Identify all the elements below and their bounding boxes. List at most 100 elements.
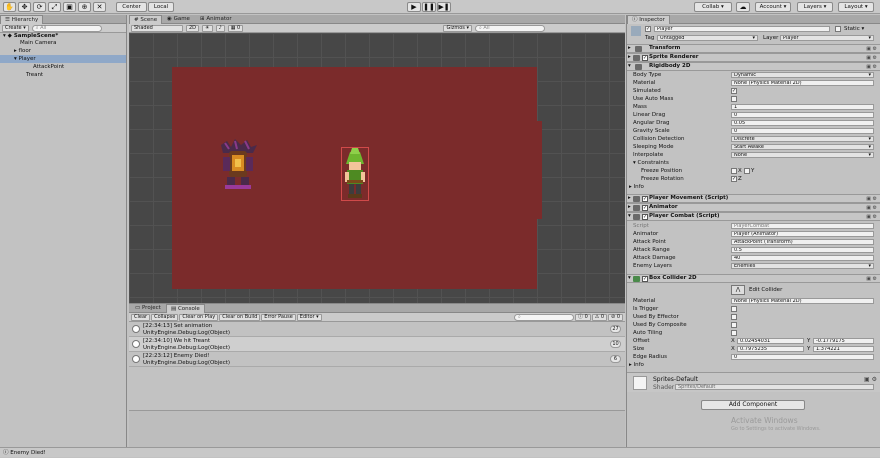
- add-component-button[interactable]: Add Component: [701, 400, 805, 410]
- static-dropdown[interactable]: Static ▾: [844, 25, 864, 33]
- cloud-icon[interactable]: ☁: [736, 2, 750, 12]
- error-pause-button[interactable]: Error Pause: [261, 313, 296, 321]
- hierarchy-search-input[interactable]: ⌕ All: [31, 24, 102, 32]
- effects-toggle[interactable]: ▦ 0: [227, 24, 244, 32]
- scene-search-input[interactable]: ⌕ All: [475, 24, 545, 32]
- rect-tool-icon[interactable]: ▣: [63, 2, 76, 12]
- material-settings-icon[interactable]: ▣ ⚙: [864, 376, 877, 383]
- animator-reference-field[interactable]: Player (Animator): [731, 231, 874, 237]
- enemy-layers-dropdown[interactable]: Enemies: [731, 263, 874, 269]
- scale-tool-icon[interactable]: ⤢: [48, 2, 61, 12]
- component-settings-icon[interactable]: ▣ ⚙: [866, 214, 877, 221]
- clear-button[interactable]: Clear: [131, 313, 151, 321]
- shader-dropdown[interactable]: Sprites/Default: [675, 384, 874, 390]
- size-y-input[interactable]: 1.374221: [813, 346, 874, 352]
- treant-sprite[interactable]: [217, 137, 259, 193]
- tab-animator[interactable]: ⊞ Animator: [196, 15, 236, 24]
- component-settings-icon[interactable]: ▣ ⚙: [866, 46, 877, 53]
- error-filter-toggle[interactable]: ⊘ 0: [608, 313, 623, 321]
- used-by-effector-checkbox[interactable]: [731, 314, 737, 320]
- sprite-renderer-enabled-checkbox[interactable]: ✓: [642, 55, 648, 61]
- rigidbody-info-row[interactable]: ▸ Info: [627, 183, 880, 191]
- tab-hierarchy[interactable]: ☰ Hierarchy: [0, 15, 44, 24]
- linear-drag-input[interactable]: 0: [731, 112, 874, 118]
- component-header-transform[interactable]: ▸ Transform ▣ ⚙: [627, 44, 880, 53]
- offset-y-input[interactable]: -0.1779175: [813, 338, 874, 344]
- gravity-scale-input[interactable]: 0: [731, 128, 874, 134]
- tab-game[interactable]: ◉ Game: [163, 15, 194, 24]
- console-search-input[interactable]: ⌕: [513, 313, 574, 321]
- box-collider-enabled-checkbox[interactable]: ✓: [642, 276, 648, 282]
- clear-on-build-button[interactable]: Clear on Build: [219, 313, 261, 321]
- hierarchy-item-treant[interactable]: Treant: [26, 71, 126, 79]
- layers-button[interactable]: Layers ▾: [797, 2, 833, 12]
- material-field[interactable]: None (Physics Material 2D): [731, 80, 874, 86]
- player-sprite[interactable]: [341, 147, 369, 201]
- attack-damage-input[interactable]: 40: [731, 255, 874, 261]
- freeze-position-y-checkbox[interactable]: [744, 168, 750, 174]
- info-filter-toggle[interactable]: ⓘ 0: [574, 313, 591, 321]
- tab-inspector[interactable]: ⓘ Inspector: [627, 15, 670, 24]
- collision-detection-dropdown[interactable]: Discrete: [731, 136, 874, 142]
- size-x-input[interactable]: 0.7975235: [737, 346, 804, 352]
- player-movement-enabled-checkbox[interactable]: ✓: [642, 196, 648, 202]
- freeze-rotation-z-checkbox[interactable]: ✓: [731, 176, 737, 182]
- offset-x-input[interactable]: 0.02454031: [737, 338, 804, 344]
- object-name-input[interactable]: Player: [654, 26, 830, 32]
- clear-on-play-button[interactable]: Clear on Play: [179, 313, 219, 321]
- collapse-button[interactable]: Collapse: [151, 313, 179, 321]
- pause-button[interactable]: ❚❚: [422, 2, 436, 12]
- attack-range-input[interactable]: 0.5: [731, 247, 874, 253]
- transform-tool-icon[interactable]: ⊕: [78, 2, 91, 12]
- sleeping-mode-dropdown[interactable]: Start Awake: [731, 144, 874, 150]
- tag-dropdown[interactable]: Untagged: [657, 35, 758, 41]
- pivot-local-button[interactable]: Local: [148, 2, 174, 12]
- constraints-row[interactable]: ▾ Constraints: [627, 159, 880, 167]
- use-auto-mass-checkbox[interactable]: [731, 96, 737, 102]
- auto-tiling-checkbox[interactable]: [731, 330, 737, 336]
- component-settings-icon[interactable]: ▣ ⚙: [866, 276, 877, 283]
- edge-radius-input[interactable]: 0: [731, 354, 874, 360]
- used-by-composite-checkbox[interactable]: [731, 322, 737, 328]
- is-trigger-checkbox[interactable]: [731, 306, 737, 312]
- collider-material-field[interactable]: None (Physics Material 2D): [731, 298, 874, 304]
- hierarchy-item-floor[interactable]: ▸ floor: [14, 47, 126, 55]
- gizmos-dropdown[interactable]: Gizmos ▾: [443, 24, 472, 32]
- pivot-center-button[interactable]: Center: [116, 2, 147, 12]
- console-log-row[interactable]: [22:34:10] We hit Treant UnityEngine.Deb…: [129, 337, 625, 352]
- play-button[interactable]: ▶: [407, 2, 421, 12]
- console-log-row[interactable]: [22:23:12] Enemy Died! UnityEngine.Debug…: [129, 352, 625, 367]
- hand-tool-icon[interactable]: ✋: [3, 2, 16, 12]
- component-settings-icon[interactable]: ▣ ⚙: [866, 55, 877, 62]
- edit-collider-button[interactable]: ⋀: [731, 285, 745, 295]
- layer-dropdown[interactable]: Player: [780, 35, 874, 41]
- attack-point-field[interactable]: AttackPoint (Transform): [731, 239, 874, 245]
- rotate-tool-icon[interactable]: ⟳: [33, 2, 46, 12]
- editor-dropdown[interactable]: Editor ▾: [296, 313, 322, 321]
- status-message[interactable]: Enemy Died!: [10, 450, 46, 456]
- shading-mode-dropdown[interactable]: Shaded: [131, 24, 183, 32]
- angular-drag-input[interactable]: 0.05: [731, 120, 874, 126]
- collab-button[interactable]: Collab ▾: [694, 2, 732, 12]
- hierarchy-item-player[interactable]: ▾ Player: [0, 55, 126, 63]
- player-combat-enabled-checkbox[interactable]: ✓: [642, 214, 648, 220]
- move-tool-icon[interactable]: ✥: [18, 2, 31, 12]
- audio-toggle-icon[interactable]: ♪: [215, 24, 225, 32]
- console-log-row[interactable]: [22:34:13] Set animation UnityEngine.Deb…: [129, 322, 625, 337]
- layout-button[interactable]: Layout ▾: [838, 2, 874, 12]
- collider-info-row[interactable]: ▸ Info: [627, 361, 880, 369]
- hierarchy-item-main-camera[interactable]: Main Camera: [20, 39, 126, 47]
- static-checkbox[interactable]: [835, 26, 841, 32]
- simulated-checkbox[interactable]: ✓: [731, 88, 737, 94]
- tab-console[interactable]: ▤ Console: [166, 304, 205, 313]
- 2d-toggle[interactable]: 2D: [186, 24, 200, 32]
- body-type-dropdown[interactable]: Dynamic: [731, 72, 874, 78]
- tab-project[interactable]: ▭ Project: [131, 304, 165, 313]
- hierarchy-item-attackpoint[interactable]: AttackPoint: [33, 63, 126, 71]
- tab-scene[interactable]: # Scene: [129, 15, 163, 24]
- interpolate-dropdown[interactable]: None: [731, 152, 874, 158]
- component-header-sprite-renderer[interactable]: ▸ ✓ Sprite Renderer ▣ ⚙: [627, 53, 880, 62]
- component-settings-icon[interactable]: ▣ ⚙: [866, 205, 877, 212]
- animator-enabled-checkbox[interactable]: ✓: [642, 205, 648, 211]
- freeze-position-x-checkbox[interactable]: [731, 168, 737, 174]
